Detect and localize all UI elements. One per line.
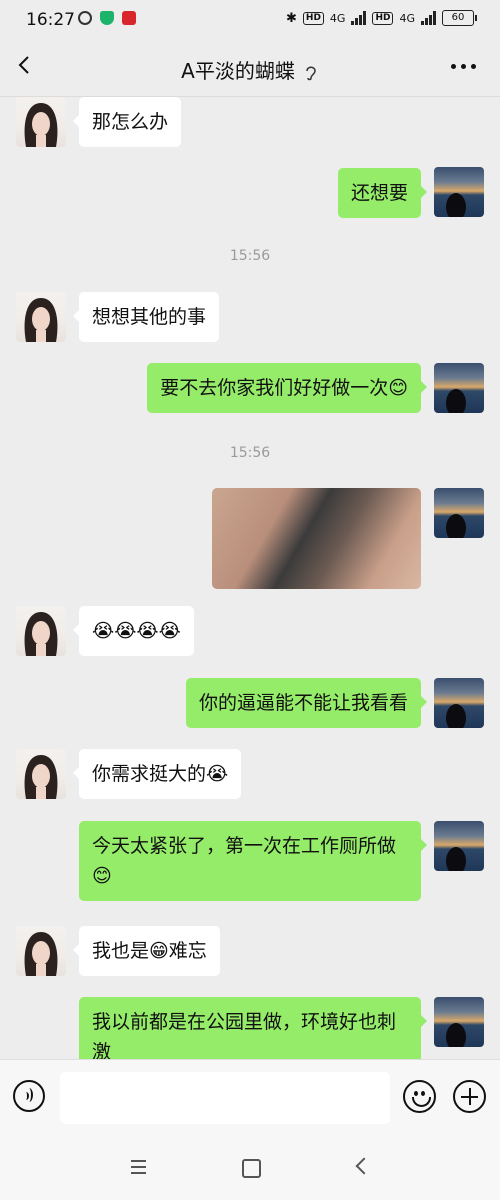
signal-icon-2 [421,11,436,25]
hd-badge-2: HD [372,11,394,25]
message-list[interactable]: 那怎么办 还想要 15:56 想想其他的事 要不去你家我们好好做一次😊 15:5… [0,97,500,1059]
my-avatar[interactable] [434,167,484,217]
signal-icon [351,11,367,25]
message-input[interactable] [60,1072,390,1124]
plus-icon[interactable] [453,1080,486,1113]
chat-title: A平淡的蝴蝶 [0,55,500,84]
my-avatar[interactable] [434,488,484,538]
hd-badge: HD [302,11,324,25]
sent-message[interactable]: 今天太紧张了，第一次在工作厕所做😊 [79,821,427,901]
contact-avatar[interactable] [16,926,66,976]
network-type-2: 4G [399,11,415,25]
status-time: 16:27 [26,10,75,30]
time-divider: 15:56 [229,445,271,461]
my-avatar[interactable] [434,363,484,413]
ear-icon [306,66,316,80]
time-divider: 15:56 [229,248,271,264]
status-right: ✱ HD 4G HD 4G 60 [286,10,477,26]
home-icon[interactable] [242,1159,261,1178]
bluetooth-icon: ✱ [286,10,297,26]
contact-name: A平淡的蝴蝶 [181,59,295,83]
my-avatar[interactable] [434,678,484,728]
contact-avatar[interactable] [16,749,66,799]
chat-header: A平淡的蝴蝶 [0,40,500,97]
status-left-icons [78,11,136,25]
network-type-1: 4G [329,11,346,25]
contact-avatar[interactable] [16,292,66,342]
recent-apps-icon[interactable] [131,1160,146,1178]
sent-message[interactable]: 你的逼逼能不能让我看看 [185,678,428,728]
sent-image[interactable] [212,488,421,589]
input-bar [0,1059,500,1136]
sent-message[interactable]: 要不去你家我们好好做一次😊 [147,363,427,413]
received-message[interactable]: 😭😭😭😭 [73,606,194,656]
voice-icon[interactable] [13,1080,45,1112]
received-message[interactable]: 那怎么办 [72,97,182,147]
contact-avatar[interactable] [16,97,66,147]
system-back-icon[interactable] [355,1157,373,1175]
received-message[interactable]: 想想其他的事 [72,292,220,342]
emoji-icon[interactable] [403,1080,436,1113]
received-message[interactable]: 你需求挺大的😭 [72,749,242,799]
battery-icon: 60 [442,10,477,26]
system-nav-bar [0,1136,500,1200]
status-bar: 16:27 ✱ HD 4G HD 4G 60 [0,0,500,40]
more-icon[interactable] [451,64,476,69]
contact-avatar[interactable] [16,606,66,656]
my-avatar[interactable] [434,821,484,871]
sent-message[interactable]: 我以前都是在公园里做，环境好也刺激 [79,997,427,1059]
my-avatar[interactable] [434,997,484,1047]
shield-icon [100,11,114,25]
received-message[interactable]: 我也是😁难忘 [73,926,220,976]
app-notification-icon [122,11,136,25]
alarm-icon [78,11,92,25]
sent-message[interactable]: 还想要 [337,168,428,218]
